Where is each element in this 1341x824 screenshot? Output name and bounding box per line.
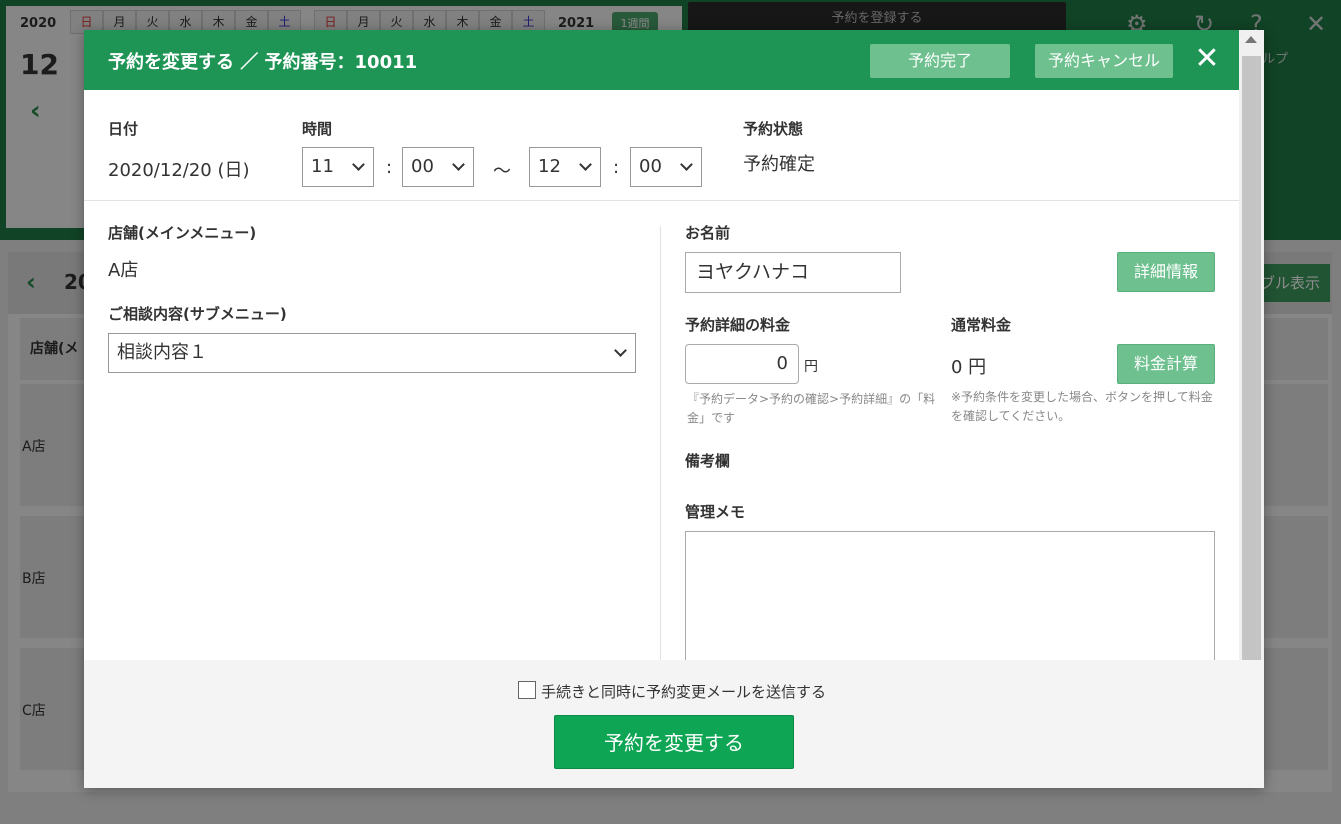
store-value: A店 <box>108 260 139 281</box>
memo-label: 管理メモ <box>685 503 746 521</box>
time-colon: : <box>386 157 393 178</box>
normal-price-label: 通常料金 <box>951 316 1012 334</box>
submit-change-button[interactable]: 予約を変更する <box>554 715 794 769</box>
consult-label: ご相談内容(サブメニュー) <box>108 305 287 323</box>
divider <box>84 200 1239 201</box>
detail-price-label: 予約詳細の料金 <box>685 316 791 334</box>
modal-header: 予約を変更する ／ 予約番号：10011 予約完了 予約キャンセル ✕ <box>84 30 1239 90</box>
edit-reservation-modal: 予約を変更する ／ 予約番号：10011 予約完了 予約キャンセル ✕ 日付 2… <box>84 30 1264 788</box>
scroll-thumb[interactable] <box>1242 56 1261 660</box>
modal-title: 予約を変更する ／ 予約番号：10011 <box>108 52 418 73</box>
name-input[interactable]: ヨヤクハナコ <box>685 252 901 293</box>
status-label: 予約状態 <box>743 120 804 138</box>
date-value: 2020/12/20 (日) <box>108 160 250 181</box>
store-label: 店舗(メインメニュー) <box>108 224 257 242</box>
name-label: お名前 <box>685 224 731 242</box>
modal-footer: 手続きと同時に予約変更メールを送信する 予約を変更する <box>84 660 1264 788</box>
chevron-down-icon <box>614 344 627 357</box>
chevron-down-icon <box>352 158 365 171</box>
end-hour-value: 12 <box>538 156 561 177</box>
calc-price-button[interactable]: 料金計算 <box>1117 344 1215 384</box>
send-mail-label[interactable]: 手続きと同時に予約変更メールを送信する <box>541 681 826 702</box>
start-minute-select[interactable]: 00 <box>402 147 474 187</box>
time-label: 時間 <box>302 120 333 138</box>
start-hour-value: 11 <box>311 156 334 177</box>
chevron-down-icon <box>680 158 693 171</box>
column-divider <box>660 226 661 660</box>
start-hour-select[interactable]: 11 <box>302 147 374 187</box>
detail-info-button[interactable]: 詳細情報 <box>1117 252 1215 292</box>
consult-value: 相談内容１ <box>117 342 207 363</box>
start-minute-value: 00 <box>411 156 434 177</box>
end-minute-select[interactable]: 00 <box>630 147 702 187</box>
memo-textarea[interactable] <box>685 531 1215 660</box>
end-minute-value: 00 <box>639 156 662 177</box>
status-value: 予約確定 <box>743 154 815 175</box>
remarks-label: 備考欄 <box>685 452 731 470</box>
calc-note: ※予約条件を変更した場合、ボタンを押して料金を確認してください。 <box>951 390 1213 423</box>
detail-price-unit: 円 <box>804 359 818 375</box>
complete-reservation-button[interactable]: 予約完了 <box>870 44 1010 78</box>
chevron-down-icon <box>452 158 465 171</box>
detail-price-input[interactable]: 0 <box>685 344 799 384</box>
time-range-tilde: ～ <box>493 161 511 182</box>
date-label: 日付 <box>108 120 139 138</box>
consult-select[interactable]: 相談内容１ <box>108 333 636 373</box>
close-icon[interactable]: ✕ <box>1192 42 1222 76</box>
time-colon: : <box>613 157 620 178</box>
chevron-down-icon <box>579 158 592 171</box>
scroll-up-icon[interactable] <box>1245 36 1257 43</box>
end-hour-select[interactable]: 12 <box>529 147 601 187</box>
send-mail-checkbox[interactable] <box>518 681 536 699</box>
cancel-reservation-button[interactable]: 予約キャンセル <box>1035 44 1173 78</box>
modal-scrollbar[interactable] <box>1239 30 1264 660</box>
normal-price-value: 0 円 <box>951 357 987 378</box>
detail-price-note: 『予約データ>予約の確認>予約詳細』の「料金」です <box>687 392 936 425</box>
